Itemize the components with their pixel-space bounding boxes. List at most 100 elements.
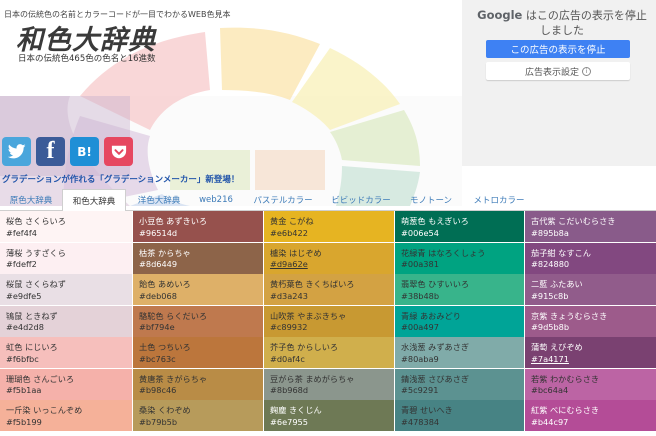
color-name: 錆浅葱 さびあさぎ [401,373,470,384]
color-code: #f6bfbc [6,353,39,364]
color-code: #006e54 [401,227,439,238]
color-swatch[interactable]: 飴色 あめいろ #deb068 [133,274,263,305]
ad-settings-button[interactable]: 広告表示設定 i [486,62,630,80]
color-name: 黄朽葉色 きくちばいろ [270,279,355,289]
color-code: #915c8b [531,290,569,301]
stop-ad-button[interactable]: この広告の表示を停止 [486,40,630,58]
color-swatch[interactable]: 二藍 ふたあい #915c8b [525,274,656,305]
pocket-icon [111,145,126,158]
color-swatch[interactable]: 花緑青 はなろくしょう #00a381 [395,242,524,274]
color-swatch[interactable]: 若紫 わかむらさき #bc64a4 [525,368,656,400]
color-swatch[interactable]: 青碧 せいへき #478384 [395,400,524,431]
color-swatch[interactable]: 錆浅葱 さびあさぎ #5c9291 [395,368,524,400]
color-swatch[interactable]: 水浅葱 みずあさぎ #80aba9 [395,337,524,368]
color-name: 駱駝色 らくだいろ [139,310,208,321]
color-name: 水浅葱 みずあさぎ [401,342,470,352]
color-swatch[interactable]: 土色 つちいろ #bc763c [133,337,263,368]
color-name: 枯茶 からちゃ [139,247,191,258]
color-swatch[interactable]: 麹塵 きくじん #6e7955 [264,400,394,431]
tab-vivid-colors[interactable]: ビビッドカラー [324,189,398,211]
color-name: 芥子色 からしいろ [270,342,339,352]
color-code: #d0af4c [270,353,305,364]
color-code: #00a497 [401,322,439,332]
color-swatch[interactable]: 黄金 こがね #e6b422 [264,211,394,242]
color-name: 薄桜 うすざくら [6,247,66,258]
color-swatch[interactable]: 紅紫 べにむらさき #b44c97 [525,400,656,431]
color-code: #fdeff2 [6,259,37,269]
color-name: 土色 つちいろ [139,342,191,352]
color-code: #8d6449 [139,259,178,269]
color-swatch[interactable]: 古代紫 こだいむらさき #895b8a [525,211,656,242]
color-code: #e6b422 [270,227,308,238]
color-code: #f5b199 [6,416,42,427]
hatena-bookmark-button[interactable]: B! [70,137,99,166]
color-swatch[interactable]: 翡翠色 ひすいいろ #38b48b [395,274,524,305]
color-name: 山吹茶 やまぶきちゃ [270,310,347,321]
color-swatch[interactable]: 櫨染 はじぞめ #d9a62e [264,242,394,274]
color-swatch[interactable]: 芥子色 からしいろ #d0af4c [264,337,394,368]
color-swatch[interactable]: 京紫 きょうむらさき #9d5b8b [525,305,656,337]
color-name: 蒲萄 えびぞめ [531,342,583,352]
pocket-save-button[interactable] [104,137,133,166]
color-swatch[interactable]: 鴇鼠 ときねず #e4d2d8 [0,305,132,337]
color-swatch[interactable]: 小豆色 あずきいろ #96514d [133,211,263,242]
color-code: #5c9291 [401,385,439,395]
color-swatch[interactable]: 蒲萄 えびぞめ #7a4171 [525,337,656,368]
color-name: 珊瑚色 さんごいろ [6,373,75,384]
color-swatch[interactable]: 山吹茶 やまぶきちゃ #c89932 [264,305,394,337]
color-swatch[interactable]: 豆がら茶 まめがらちゃ #8b968d [264,368,394,400]
color-name: 鴇鼠 ときねず [6,310,58,321]
tab-pastel-colors[interactable]: パステルカラー [244,189,322,211]
tab-monotone[interactable]: モノトーン [400,189,462,211]
ad-stopped-message: Google はこの広告の表示を停止しました [472,8,652,38]
color-name: 花緑青 はなろくしょう [401,247,486,258]
color-swatch[interactable]: 桜鼠 さくらねず #e9dfe5 [0,274,132,305]
color-code: #b98c46 [139,385,177,395]
twitter-share-button[interactable] [2,137,31,166]
color-swatch[interactable]: 虹色 にじいろ #f6bfbc [0,337,132,368]
tab-metro-colors[interactable]: メトロカラー [464,189,534,211]
tab-web216[interactable]: web216 [190,189,242,211]
color-swatch[interactable]: 茄子紺 なすこん #824880 [525,242,656,274]
color-code: #f5b1aa [6,385,42,395]
color-swatch[interactable]: 珊瑚色 さんごいろ #f5b1aa [0,368,132,400]
ad-settings-label: 広告表示設定 [524,67,579,78]
color-code: #895b8a [531,227,569,238]
tab-japanese-colors[interactable]: 和色大辞典 [62,189,126,212]
color-swatch[interactable]: 桜色 さくらいろ #fef4f4 [0,211,132,242]
color-swatch[interactable]: 桑染 くわぞめ #b79b5b [133,400,263,431]
color-code: #d9a62e [270,259,308,269]
ad-panel: Google はこの広告の表示を停止しました この広告の表示を停止 広告表示設定… [462,0,656,166]
color-code: #8b968d [270,385,309,395]
color-swatch[interactable]: 萌葱色 もえぎいろ #006e54 [395,211,524,242]
color-name: 翡翠色 ひすいいろ [401,279,470,289]
color-swatch[interactable]: 駱駝色 らくだいろ #bf794e [133,305,263,337]
color-code: #bc763c [139,353,176,364]
color-code: #7a4171 [531,353,569,364]
color-code: #478384 [401,416,440,427]
color-name: 飴色 あめいろ [139,279,191,289]
color-swatch[interactable]: 青緑 あおみどり #00a497 [395,305,524,337]
color-name: 古代紫 こだいむらさき [531,216,616,226]
color-name: 桑染 くわぞめ [139,405,191,415]
color-swatch[interactable]: 枯茶 からちゃ #8d6449 [133,242,263,274]
tab-primary-colors[interactable]: 原色大辞典 [2,189,60,211]
gradient-maker-link[interactable]: グラデーションが作れる「グラデーションメーカー」新登場！ [2,173,239,185]
color-name: 櫨染 はじぞめ [270,247,322,258]
hero-banner: 日本の伝統色の名前とカラーコードが一目でわかるWEB色見本 和色大辞典 日本の伝… [0,0,462,206]
color-swatch[interactable]: 黄朽葉色 きくちばいろ #d3a243 [264,274,394,305]
tab-western-colors[interactable]: 洋色大辞典 [128,189,190,211]
info-icon: i [582,66,591,76]
facebook-share-button[interactable]: f [36,137,65,166]
color-name: 紅紫 べにむらさき [531,405,600,415]
color-name: 若紫 わかむらさき [531,373,600,384]
color-name: 豆がら茶 まめがらちゃ [270,373,355,384]
site-subtitle: 日本の伝統色465色の色名と16進数 [18,54,156,64]
color-code: #deb068 [139,290,177,301]
color-swatch[interactable]: 黄唐茶 きがらちゃ #b98c46 [133,368,263,400]
color-code: #6e7955 [270,416,308,427]
color-swatch[interactable]: 一斤染 いっこんぞめ #f5b199 [0,400,132,431]
color-swatch[interactable]: 薄桜 うすざくら #fdeff2 [0,242,132,274]
color-name: 京紫 きょうむらさき [531,310,608,321]
color-name: 茄子紺 なすこん [531,247,591,258]
